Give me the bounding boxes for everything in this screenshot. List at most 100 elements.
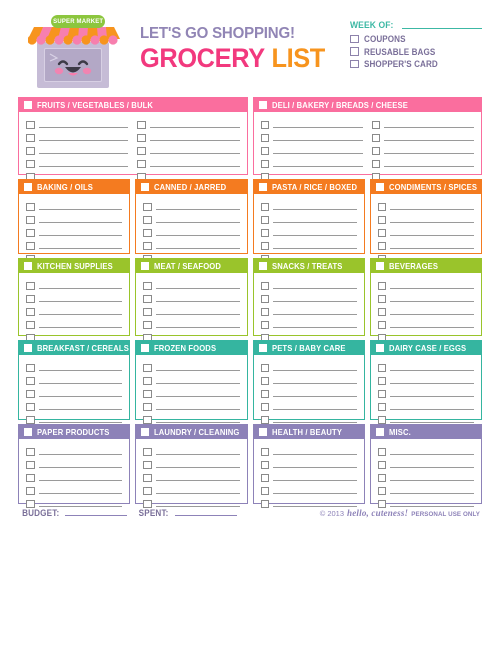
list-item[interactable] — [143, 225, 240, 238]
list-item[interactable] — [26, 457, 123, 470]
item-write-line[interactable] — [38, 165, 129, 167]
option-shoppers-card[interactable]: SHOPPER'S CARD — [350, 59, 482, 69]
item-write-line[interactable] — [38, 152, 129, 154]
list-item[interactable] — [371, 117, 474, 130]
item-write-line[interactable] — [155, 408, 240, 410]
item-checkbox-icon[interactable] — [260, 486, 269, 495]
item-write-line[interactable] — [155, 421, 240, 423]
item-checkbox-icon[interactable] — [143, 215, 152, 224]
item-checkbox-icon[interactable] — [26, 202, 35, 211]
checkbox-icon[interactable] — [350, 47, 359, 56]
list-item[interactable] — [26, 143, 129, 156]
list-item[interactable] — [26, 399, 123, 412]
item-write-line[interactable] — [390, 479, 474, 481]
list-item[interactable] — [143, 238, 240, 251]
list-item[interactable] — [143, 278, 240, 291]
list-item[interactable] — [260, 386, 357, 399]
item-write-line[interactable] — [273, 221, 357, 223]
item-write-line[interactable] — [38, 408, 123, 410]
item-write-line[interactable] — [149, 152, 240, 154]
item-checkbox-icon[interactable] — [143, 499, 152, 508]
category-checkbox-icon[interactable] — [24, 262, 32, 270]
item-checkbox-icon[interactable] — [377, 415, 387, 424]
item-checkbox-icon[interactable] — [26, 486, 35, 495]
category-checkbox-icon[interactable] — [258, 101, 267, 109]
list-item[interactable] — [377, 212, 474, 225]
option-reusable-bags[interactable]: REUSABLE BAGS — [350, 47, 482, 57]
item-write-line[interactable] — [273, 479, 357, 481]
list-item[interactable] — [377, 457, 474, 470]
list-item[interactable] — [371, 156, 474, 169]
item-checkbox-icon[interactable] — [377, 202, 387, 211]
item-checkbox-icon[interactable] — [260, 376, 269, 385]
list-item[interactable] — [143, 360, 240, 373]
item-checkbox-icon[interactable] — [377, 215, 387, 224]
item-write-line[interactable] — [273, 421, 357, 423]
category-checkbox-icon[interactable] — [258, 183, 267, 191]
item-checkbox-icon[interactable] — [137, 146, 146, 155]
item-checkbox-icon[interactable] — [143, 447, 152, 456]
item-checkbox-icon[interactable] — [143, 460, 152, 469]
item-checkbox-icon[interactable] — [143, 307, 152, 316]
list-item[interactable] — [260, 117, 363, 130]
item-write-line[interactable] — [390, 421, 474, 423]
item-write-line[interactable] — [390, 466, 474, 468]
item-checkbox-icon[interactable] — [26, 402, 35, 411]
list-item[interactable] — [26, 386, 123, 399]
list-item[interactable] — [26, 483, 123, 496]
list-item[interactable] — [260, 444, 357, 457]
category-checkbox-icon[interactable] — [258, 262, 267, 270]
item-checkbox-icon[interactable] — [26, 473, 35, 482]
item-checkbox-icon[interactable] — [260, 499, 269, 508]
list-item[interactable] — [26, 278, 123, 291]
item-write-line[interactable] — [273, 165, 363, 167]
item-checkbox-icon[interactable] — [143, 320, 152, 329]
item-write-line[interactable] — [155, 234, 240, 236]
week-of-input-line[interactable] — [402, 27, 482, 29]
item-checkbox-icon[interactable] — [377, 486, 387, 495]
item-checkbox-icon[interactable] — [377, 473, 387, 482]
list-item[interactable] — [26, 470, 123, 483]
item-write-line[interactable] — [38, 234, 123, 236]
list-item[interactable] — [143, 444, 240, 457]
list-item[interactable] — [377, 199, 474, 212]
list-item[interactable] — [143, 457, 240, 470]
item-write-line[interactable] — [38, 139, 129, 141]
item-write-line[interactable] — [155, 208, 240, 210]
category-checkbox-icon[interactable] — [258, 428, 267, 436]
category-checkbox-icon[interactable] — [375, 428, 384, 436]
item-write-line[interactable] — [38, 395, 123, 397]
item-write-line[interactable] — [38, 479, 123, 481]
list-item[interactable] — [260, 156, 363, 169]
item-write-line[interactable] — [155, 466, 240, 468]
item-checkbox-icon[interactable] — [26, 389, 35, 398]
list-item[interactable] — [137, 156, 240, 169]
list-item[interactable] — [260, 457, 357, 470]
item-checkbox-icon[interactable] — [26, 320, 35, 329]
item-checkbox-icon[interactable] — [26, 415, 35, 424]
item-checkbox-icon[interactable] — [26, 133, 35, 142]
item-checkbox-icon[interactable] — [137, 133, 146, 142]
category-checkbox-icon[interactable] — [375, 262, 384, 270]
list-item[interactable] — [377, 304, 474, 317]
item-checkbox-icon[interactable] — [260, 146, 269, 155]
item-write-line[interactable] — [390, 505, 474, 507]
item-checkbox-icon[interactable] — [377, 376, 387, 385]
item-checkbox-icon[interactable] — [377, 389, 387, 398]
item-checkbox-icon[interactable] — [143, 376, 152, 385]
item-checkbox-icon[interactable] — [260, 447, 269, 456]
item-checkbox-icon[interactable] — [371, 159, 381, 168]
list-item[interactable] — [377, 444, 474, 457]
list-item[interactable] — [260, 317, 357, 330]
item-write-line[interactable] — [384, 152, 474, 154]
item-write-line[interactable] — [38, 382, 123, 384]
item-checkbox-icon[interactable] — [260, 415, 269, 424]
item-checkbox-icon[interactable] — [260, 389, 269, 398]
item-write-line[interactable] — [38, 453, 123, 455]
item-checkbox-icon[interactable] — [260, 159, 269, 168]
item-checkbox-icon[interactable] — [143, 415, 152, 424]
item-checkbox-icon[interactable] — [143, 241, 152, 250]
item-checkbox-icon[interactable] — [26, 281, 35, 290]
item-checkbox-icon[interactable] — [377, 447, 387, 456]
list-item[interactable] — [26, 225, 123, 238]
